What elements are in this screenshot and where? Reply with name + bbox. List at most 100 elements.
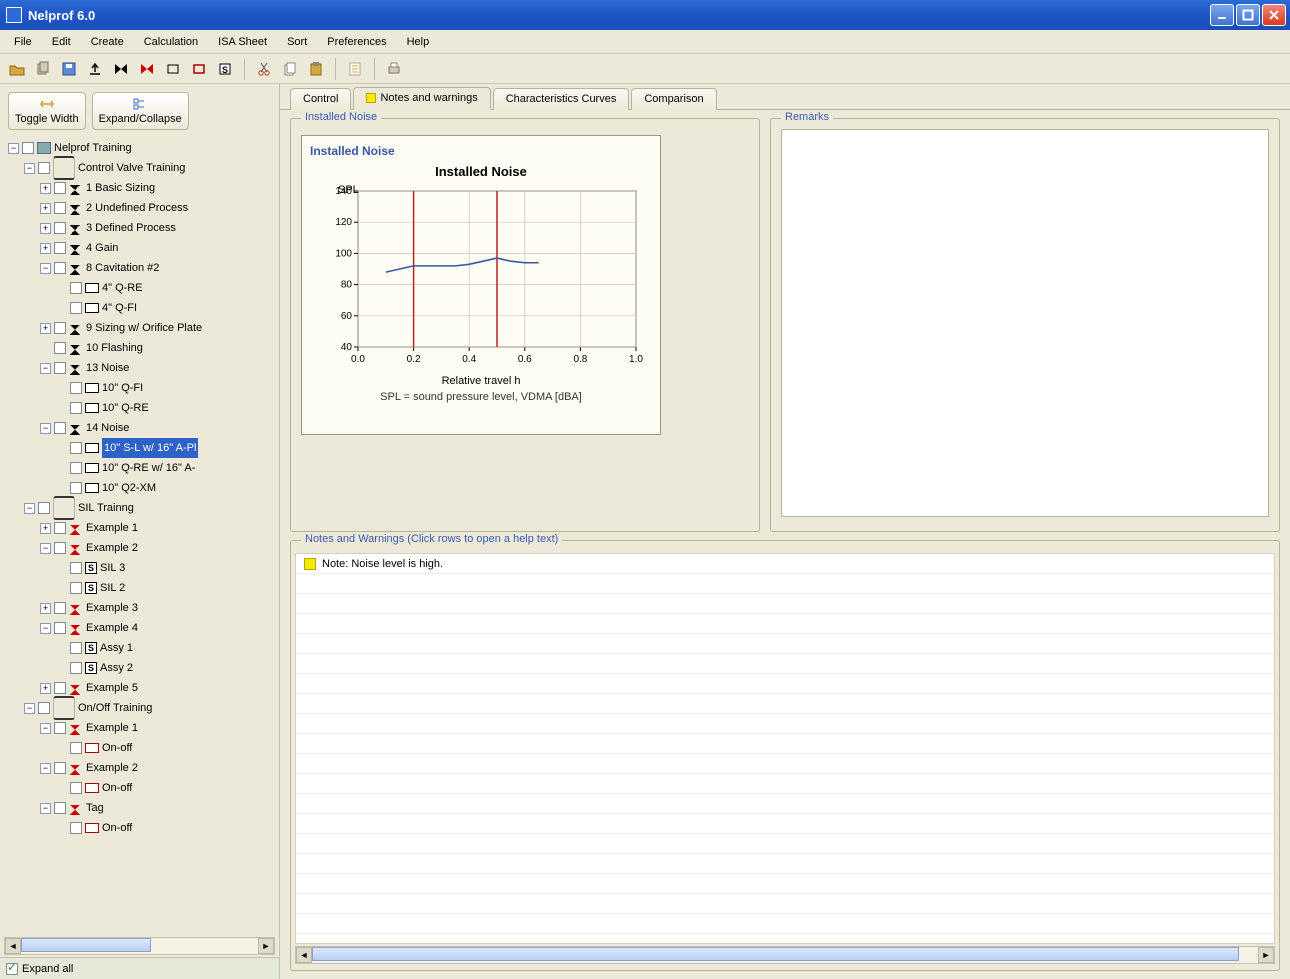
tree-item[interactable]: 10 Flashing	[40, 338, 279, 358]
tree-item[interactable]: SSIL 3	[56, 558, 279, 578]
collapse-icon[interactable]: −	[40, 763, 51, 774]
tree-item[interactable]: 10" Q-RE	[56, 398, 279, 418]
tree-item[interactable]: −14 Noise	[40, 418, 279, 438]
checkbox[interactable]	[70, 562, 82, 574]
checkbox[interactable]	[38, 702, 50, 714]
checkbox[interactable]	[22, 142, 34, 154]
checkbox[interactable]	[38, 162, 50, 174]
menu-edit[interactable]: Edit	[42, 33, 81, 51]
tree-item[interactable]: −Example 4	[40, 618, 279, 638]
collapse-icon[interactable]: −	[40, 623, 51, 634]
minimize-button[interactable]	[1210, 4, 1234, 26]
tree-item[interactable]: On-off	[56, 738, 279, 758]
expand-icon[interactable]: +	[40, 683, 51, 694]
tab-notes-warnings[interactable]: Notes and warnings	[353, 87, 490, 110]
expand-collapse-button[interactable]: Expand/Collapse	[92, 92, 189, 130]
expand-icon[interactable]: +	[40, 603, 51, 614]
checkbox[interactable]	[54, 262, 66, 274]
expand-all-checkbox[interactable]	[6, 963, 18, 975]
save-icon[interactable]	[58, 58, 80, 80]
tree-item[interactable]: SSIL 2	[56, 578, 279, 598]
checkbox[interactable]	[70, 782, 82, 794]
left-footer[interactable]: Expand all	[0, 957, 279, 979]
tree-item[interactable]: 10" Q-FI	[56, 378, 279, 398]
menu-file[interactable]: File	[4, 33, 42, 51]
valve-black-icon[interactable]	[110, 58, 132, 80]
tree-item[interactable]: 4" Q-RE	[56, 278, 279, 298]
collapse-icon[interactable]: −	[40, 363, 51, 374]
notes-list[interactable]: Note: Noise level is high.	[295, 553, 1275, 944]
checkbox[interactable]	[70, 482, 82, 494]
scroll-left-icon[interactable]: ◄	[296, 947, 312, 963]
scrollbar-thumb[interactable]	[312, 947, 1239, 961]
tree-item[interactable]: On-off	[56, 778, 279, 798]
tab-characteristics[interactable]: Characteristics Curves	[493, 88, 630, 110]
tag-red-icon[interactable]	[188, 58, 210, 80]
tree-item-selected[interactable]: 10" S-L w/ 16" A-Pl	[56, 438, 279, 458]
checkbox[interactable]	[54, 522, 66, 534]
tree-item[interactable]: 4" Q-FI	[56, 298, 279, 318]
tree-item[interactable]: On-off	[56, 818, 279, 838]
tree-item[interactable]: +9 Sizing w/ Orifice Plate	[40, 318, 279, 338]
copy-icon[interactable]	[32, 58, 54, 80]
expand-icon[interactable]: +	[40, 203, 51, 214]
checkbox[interactable]	[70, 442, 82, 454]
checkbox[interactable]	[54, 202, 66, 214]
tree-item[interactable]: +Example 1	[40, 518, 279, 538]
scroll-right-icon[interactable]: ►	[1258, 947, 1274, 963]
open-icon[interactable]	[6, 58, 28, 80]
tree-item[interactable]: +Example 5	[40, 678, 279, 698]
cut-icon[interactable]	[253, 58, 275, 80]
tab-comparison[interactable]: Comparison	[631, 88, 716, 110]
tree-item[interactable]: SAssy 2	[56, 658, 279, 678]
checkbox[interactable]	[70, 642, 82, 654]
checkbox[interactable]	[70, 582, 82, 594]
tag-outline-icon[interactable]	[162, 58, 184, 80]
copy2-icon[interactable]	[279, 58, 301, 80]
note-row[interactable]: Note: Noise level is high.	[296, 554, 1274, 574]
export-icon[interactable]	[84, 58, 106, 80]
tree-item[interactable]: SAssy 1	[56, 638, 279, 658]
checkbox[interactable]	[54, 722, 66, 734]
checkbox[interactable]	[54, 222, 66, 234]
checkbox[interactable]	[70, 282, 82, 294]
checkbox[interactable]	[70, 742, 82, 754]
tree-item[interactable]: +1 Basic Sizing	[40, 178, 279, 198]
scroll-right-icon[interactable]: ►	[258, 938, 274, 954]
tree-item[interactable]: −Tag	[40, 798, 279, 818]
tree-item-group[interactable]: −On/Off Training	[24, 698, 279, 718]
tree-item[interactable]: 10" Q-RE w/ 16" A-	[56, 458, 279, 478]
checkbox[interactable]	[70, 662, 82, 674]
expand-icon[interactable]: +	[40, 183, 51, 194]
checkbox[interactable]	[54, 622, 66, 634]
tree-item[interactable]: 10" Q2-XM	[56, 478, 279, 498]
notes-h-scrollbar[interactable]: ◄ ►	[295, 946, 1275, 964]
menu-help[interactable]: Help	[397, 33, 440, 51]
tree-item-project[interactable]: − Nelprof Training	[8, 138, 279, 158]
collapse-icon[interactable]: −	[8, 143, 19, 154]
paste-icon[interactable]	[305, 58, 327, 80]
tree-item[interactable]: −Example 1	[40, 718, 279, 738]
document-icon[interactable]	[344, 58, 366, 80]
maximize-button[interactable]	[1236, 4, 1260, 26]
checkbox[interactable]	[54, 362, 66, 374]
tab-control[interactable]: Control	[290, 88, 351, 110]
tree-item[interactable]: +Example 3	[40, 598, 279, 618]
tree-item[interactable]: −Example 2	[40, 758, 279, 778]
collapse-icon[interactable]: −	[40, 423, 51, 434]
tree-item-group[interactable]: −SIL Trainng	[24, 498, 279, 518]
scrollbar-thumb[interactable]	[21, 938, 151, 952]
checkbox[interactable]	[54, 762, 66, 774]
checkbox[interactable]	[54, 602, 66, 614]
tree-item[interactable]: −13 Noise	[40, 358, 279, 378]
scroll-left-icon[interactable]: ◄	[5, 938, 21, 954]
checkbox[interactable]	[70, 382, 82, 394]
collapse-icon[interactable]: −	[40, 543, 51, 554]
collapse-icon[interactable]: −	[24, 503, 35, 514]
collapse-icon[interactable]: −	[24, 703, 35, 714]
collapse-icon[interactable]: −	[24, 163, 35, 174]
checkbox[interactable]	[70, 402, 82, 414]
checkbox[interactable]	[54, 542, 66, 554]
tree-item-group[interactable]: − Control Valve Training	[24, 158, 279, 178]
toggle-width-button[interactable]: Toggle Width	[8, 92, 86, 130]
